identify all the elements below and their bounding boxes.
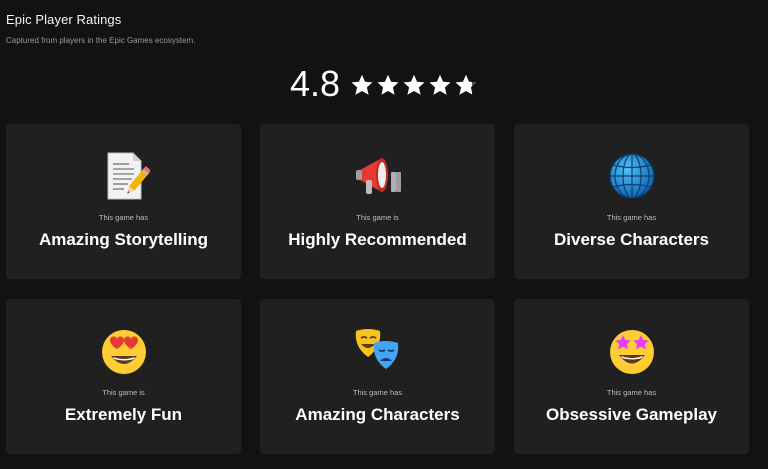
- rating-card: This game has Diverse Characters: [514, 124, 749, 279]
- star-icon: [403, 74, 425, 95]
- card-kicker: This game has: [606, 213, 657, 222]
- card-kicker: This game is: [102, 388, 145, 397]
- theater-masks-icon: [355, 329, 398, 369]
- star-rating: [350, 73, 478, 97]
- rating-card: This game has Amazing Characters: [260, 299, 495, 454]
- star-struck-icon: [609, 330, 654, 374]
- card-label: Amazing Storytelling: [38, 230, 209, 249]
- card-label: Obsessive Gameplay: [545, 405, 718, 424]
- star-icon: [455, 74, 477, 95]
- section-title: Epic Player Ratings: [6, 12, 122, 27]
- rating-card: This game has Amazing Storytelling: [6, 124, 241, 279]
- card-kicker: This game has: [98, 213, 149, 222]
- rating-score: 4.8: [289, 63, 341, 104]
- card-label: Amazing Characters: [295, 405, 460, 424]
- card-kicker: This game has: [606, 388, 657, 397]
- overall-rating: 4.8: [0, 66, 768, 102]
- memo-icon: [107, 152, 150, 200]
- card-kicker: This game is: [356, 213, 399, 222]
- megaphone-icon: [355, 158, 401, 194]
- section-subtitle: Captured from players in the Epic Games …: [6, 36, 196, 45]
- ratings-header: Epic Player Ratings Captured from player…: [6, 12, 195, 45]
- globe-icon: [608, 153, 655, 199]
- star-icon: [429, 74, 451, 95]
- card-label: Extremely Fun: [64, 405, 183, 424]
- ratings-grid: This game has Amazing Storytelling This …: [6, 124, 750, 454]
- rating-card: This game is Highly Recommended: [260, 124, 495, 279]
- heart-eyes-icon: [101, 330, 146, 374]
- rating-card: This game is Extremely Fun: [6, 299, 241, 454]
- star-icon: [351, 74, 373, 95]
- card-kicker: This game has: [352, 388, 403, 397]
- card-label: Highly Recommended: [288, 230, 467, 249]
- card-label: Diverse Characters: [554, 230, 709, 249]
- star-icon: [377, 74, 399, 95]
- rating-card: This game has Obsessive Gameplay: [514, 299, 749, 454]
